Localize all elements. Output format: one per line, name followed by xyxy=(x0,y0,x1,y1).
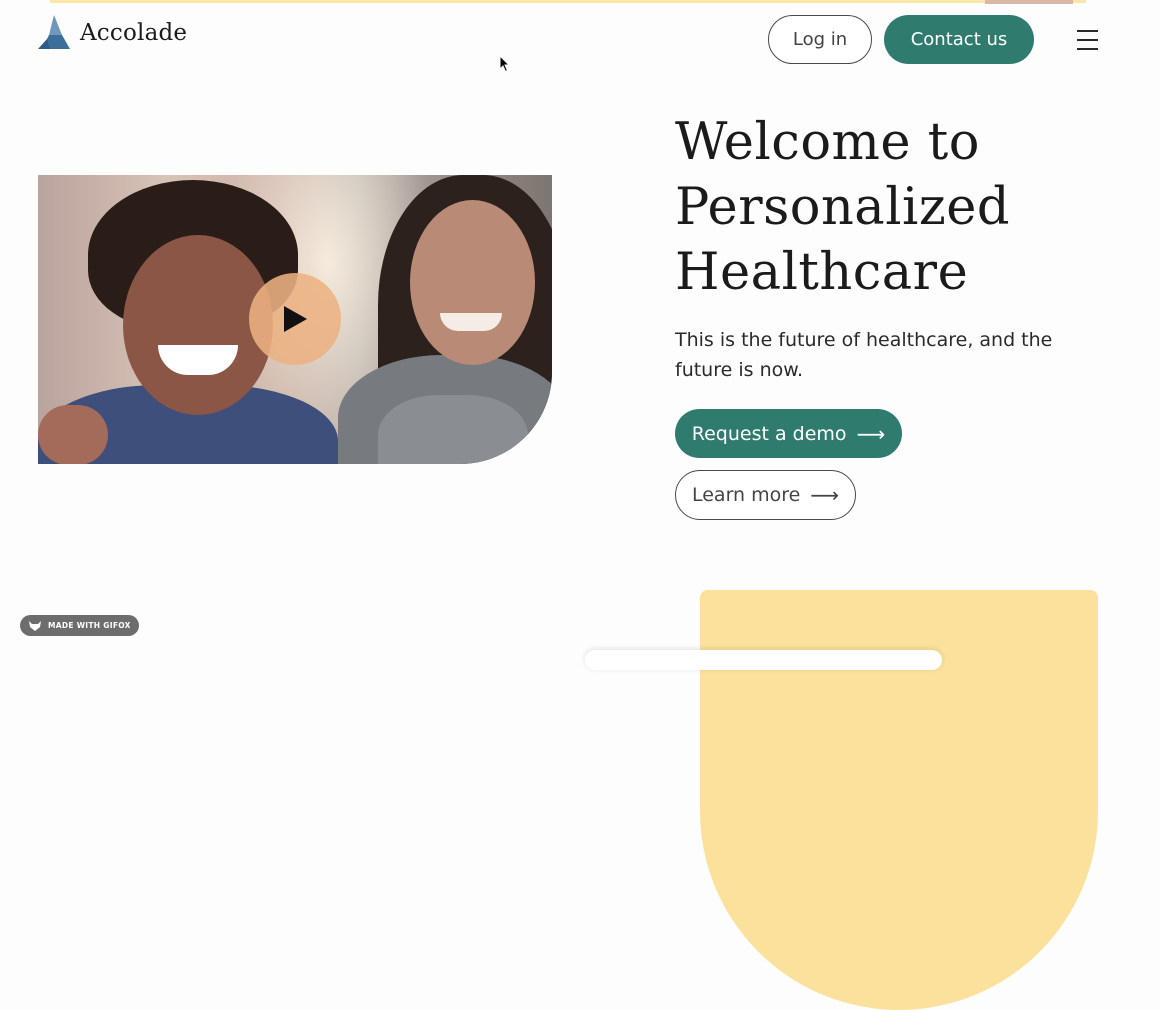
play-icon xyxy=(284,306,307,332)
arrow-right-icon: ⟶ xyxy=(810,483,840,507)
hero-title: Welcome to Personalized Healthcare xyxy=(675,110,1095,305)
accolade-logo-icon xyxy=(38,15,70,49)
top-decor-strip xyxy=(50,0,1086,3)
hero-title-line: Welcome to xyxy=(675,113,980,172)
contact-us-button[interactable]: Contact us xyxy=(884,15,1034,64)
top-image-thumbnail xyxy=(985,0,1073,4)
hamburger-menu-icon[interactable] xyxy=(1077,30,1099,50)
bottom-card xyxy=(585,650,942,670)
hero-title-line: Personalized xyxy=(675,178,1011,237)
arrow-right-icon: ⟶ xyxy=(856,421,886,446)
play-video-button[interactable] xyxy=(249,273,341,365)
request-demo-button[interactable]: Request a demo ⟶ xyxy=(675,409,902,458)
gifox-badge-text: MADE WITH GIFOX xyxy=(48,621,131,630)
learn-more-button[interactable]: Learn more ⟶ xyxy=(675,470,856,520)
gifox-badge[interactable]: MADE WITH GIFOX xyxy=(20,615,139,636)
login-button[interactable]: Log in xyxy=(768,15,872,64)
request-demo-label: Request a demo xyxy=(691,422,847,445)
accolade-logo[interactable]: Accolade xyxy=(38,15,187,51)
learn-more-label: Learn more xyxy=(691,484,801,506)
hero-subtitle: This is the future of healthcare, and th… xyxy=(675,329,1053,381)
fox-icon xyxy=(29,620,41,631)
mouse-cursor-icon xyxy=(499,55,511,73)
hero-title-line: Healthcare xyxy=(675,243,969,302)
brand-name: Accolade xyxy=(80,20,188,46)
